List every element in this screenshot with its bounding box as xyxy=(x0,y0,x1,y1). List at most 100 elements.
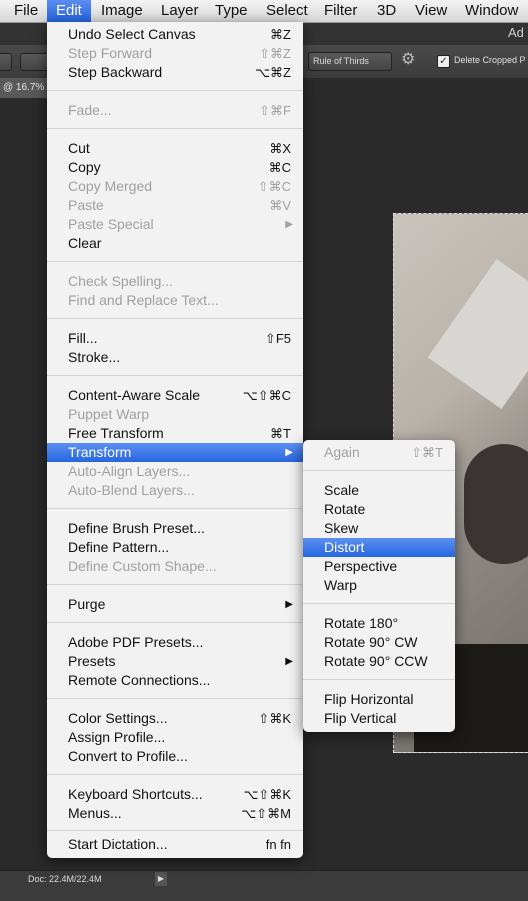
menu-item-convert-profile[interactable]: Convert to Profile... xyxy=(47,747,303,766)
menu-item-label: Rotate xyxy=(324,501,366,517)
menu-item-label: Menus... xyxy=(68,805,122,821)
menu-item-fade: Fade... ⇧⌘F xyxy=(47,101,303,120)
menu-item-label: Warp xyxy=(324,577,357,593)
menu-item-copy-merged: Copy Merged ⇧⌘C xyxy=(47,177,303,196)
submenu-item-scale[interactable]: Scale xyxy=(303,481,455,500)
shortcut: ⇧⌘T xyxy=(411,445,443,460)
menu-item-label: Content-Aware Scale xyxy=(68,387,201,403)
status-menu-arrow-icon[interactable]: ▶ xyxy=(155,872,167,886)
shortcut: ⌥⇧⌘K xyxy=(243,787,291,802)
gear-icon[interactable]: ⚙ xyxy=(401,51,419,69)
submenu-item-perspective[interactable]: Perspective xyxy=(303,557,455,576)
menu-separator xyxy=(47,128,303,129)
menu-edit[interactable]: Edit xyxy=(47,0,91,22)
preset-stepper[interactable] xyxy=(0,53,12,71)
menu-layer[interactable]: Layer xyxy=(152,0,208,22)
menu-item-copy[interactable]: Copy ⌘C xyxy=(47,158,303,177)
submenu-arrow-icon: ▶ xyxy=(285,599,293,610)
menu-item-assign-profile[interactable]: Assign Profile... xyxy=(47,728,303,747)
menu-item-label: Rotate 90° CCW xyxy=(324,653,428,669)
menu-item-label: Assign Profile... xyxy=(68,729,166,745)
shortcut: ⇧⌘F xyxy=(259,103,291,118)
menu-item-auto-blend: Auto-Blend Layers... xyxy=(47,481,303,500)
menu-separator xyxy=(47,774,303,775)
menu-item-purge[interactable]: Purge ▶ xyxy=(47,595,303,614)
menu-item-label: Copy xyxy=(68,159,101,175)
menu-item-stroke[interactable]: Stroke... xyxy=(47,348,303,367)
menu-item-content-aware-scale[interactable]: Content-Aware Scale ⌥⇧⌘C xyxy=(47,386,303,405)
menu-item-pdf-presets[interactable]: Adobe PDF Presets... xyxy=(47,633,303,652)
menu-view[interactable]: View xyxy=(406,0,456,22)
submenu-item-flip-vertical[interactable]: Flip Vertical xyxy=(303,709,455,728)
menu-item-fill[interactable]: Fill... ⇧F5 xyxy=(47,329,303,348)
menu-item-label: Transform xyxy=(68,444,132,460)
menu-item-label: Flip Horizontal xyxy=(324,691,414,707)
menu-item-step-forward: Step Forward ⇧⌘Z xyxy=(47,44,303,63)
menu-select[interactable]: Select xyxy=(257,0,317,22)
menu-item-start-dictation[interactable]: Start Dictation... fn fn xyxy=(47,835,303,854)
shortcut: ⇧⌘K xyxy=(258,711,291,726)
menu-item-label: Skew xyxy=(324,520,359,536)
menu-item-define-pattern[interactable]: Define Pattern... xyxy=(47,538,303,557)
menu-item-color-settings[interactable]: Color Settings... ⇧⌘K xyxy=(47,709,303,728)
submenu-item-rotate-180[interactable]: Rotate 180° xyxy=(303,614,455,633)
menu-window[interactable]: Window xyxy=(456,0,527,22)
menu-item-step-backward[interactable]: Step Backward ⌥⌘Z xyxy=(47,63,303,82)
submenu-item-warp[interactable]: Warp xyxy=(303,576,455,595)
menu-item-find-replace: Find and Replace Text... xyxy=(47,291,303,310)
menu-item-clear[interactable]: Clear xyxy=(47,234,303,253)
shortcut: ⇧⌘Z xyxy=(259,46,291,61)
submenu-item-skew[interactable]: Skew xyxy=(303,519,455,538)
menu-item-label: Stroke... xyxy=(68,349,121,365)
menu-image[interactable]: Image xyxy=(92,0,152,22)
submenu-item-rotate[interactable]: Rotate xyxy=(303,500,455,519)
menu-type[interactable]: Type xyxy=(206,0,257,22)
menu-item-label: Rotate 90° CW xyxy=(324,634,418,650)
menu-separator xyxy=(47,261,303,262)
menu-item-label: Define Brush Preset... xyxy=(68,520,205,536)
menu-item-paste: Paste ⌘V xyxy=(47,196,303,215)
menu-item-label: Purge xyxy=(68,596,106,612)
menu-separator xyxy=(47,90,303,91)
menu-item-define-brush[interactable]: Define Brush Preset... xyxy=(47,519,303,538)
shortcut: ⌥⇧⌘M xyxy=(241,806,291,821)
menu-item-label: Start Dictation... xyxy=(68,836,168,852)
menu-filter[interactable]: Filter xyxy=(315,0,366,22)
menu-item-label: Presets xyxy=(68,653,116,669)
menu-item-label: Rotate 180° xyxy=(324,615,399,631)
submenu-item-distort[interactable]: Distort xyxy=(303,538,455,557)
menu-item-cut[interactable]: Cut ⌘X xyxy=(47,139,303,158)
menu-item-presets[interactable]: Presets ▶ xyxy=(47,652,303,671)
menu-item-free-transform[interactable]: Free Transform ⌘T xyxy=(47,424,303,443)
submenu-item-again: Again ⇧⌘T xyxy=(303,443,455,462)
menu-separator xyxy=(303,470,455,471)
menu-item-label: Distort xyxy=(324,539,365,555)
submenu-item-flip-horizontal[interactable]: Flip Horizontal xyxy=(303,690,455,709)
menu-item-label: Free Transform xyxy=(68,425,164,441)
menu-item-undo[interactable]: Undo Select Canvas ⌘Z xyxy=(47,25,303,44)
submenu-item-rotate-90-cw[interactable]: Rotate 90° CW xyxy=(303,633,455,652)
overlay-select[interactable]: Rule of Thirds xyxy=(308,52,392,71)
menu-item-transform[interactable]: Transform ▶ xyxy=(47,443,303,462)
menu-item-keyboard-shortcuts[interactable]: Keyboard Shortcuts... ⌥⇧⌘K xyxy=(47,785,303,804)
menu-item-label: Check Spelling... xyxy=(68,273,174,289)
menu-item-paste-special: Paste Special ▶ xyxy=(47,215,303,234)
menu-item-remote-connections[interactable]: Remote Connections... xyxy=(47,671,303,690)
doc-size: Doc: 22.4M/22.4M xyxy=(28,874,102,884)
menu-file[interactable]: File xyxy=(5,0,47,22)
menu-item-label: Paste Special xyxy=(68,216,154,232)
menu-item-menus[interactable]: Menus... ⌥⇧⌘M xyxy=(47,804,303,823)
delete-cropped-checkbox[interactable]: ✓ xyxy=(437,55,450,68)
menu-item-check-spelling: Check Spelling... xyxy=(47,272,303,291)
app-title: Ad xyxy=(508,25,524,40)
submenu-item-rotate-90-ccw[interactable]: Rotate 90° CCW xyxy=(303,652,455,671)
shortcut: ⇧F5 xyxy=(264,331,291,346)
edit-menu: Undo Select Canvas ⌘Z Step Forward ⇧⌘Z Ste… xyxy=(47,22,303,858)
menu-3d[interactable]: 3D xyxy=(368,0,405,22)
menu-item-puppet-warp: Puppet Warp xyxy=(47,405,303,424)
submenu-arrow-icon: ▶ xyxy=(285,447,293,458)
menu-separator xyxy=(47,375,303,376)
delete-cropped-label: Delete Cropped P xyxy=(454,55,526,65)
shortcut: ⌥⌘Z xyxy=(255,65,291,80)
shortcut: ⌘C xyxy=(268,160,291,175)
